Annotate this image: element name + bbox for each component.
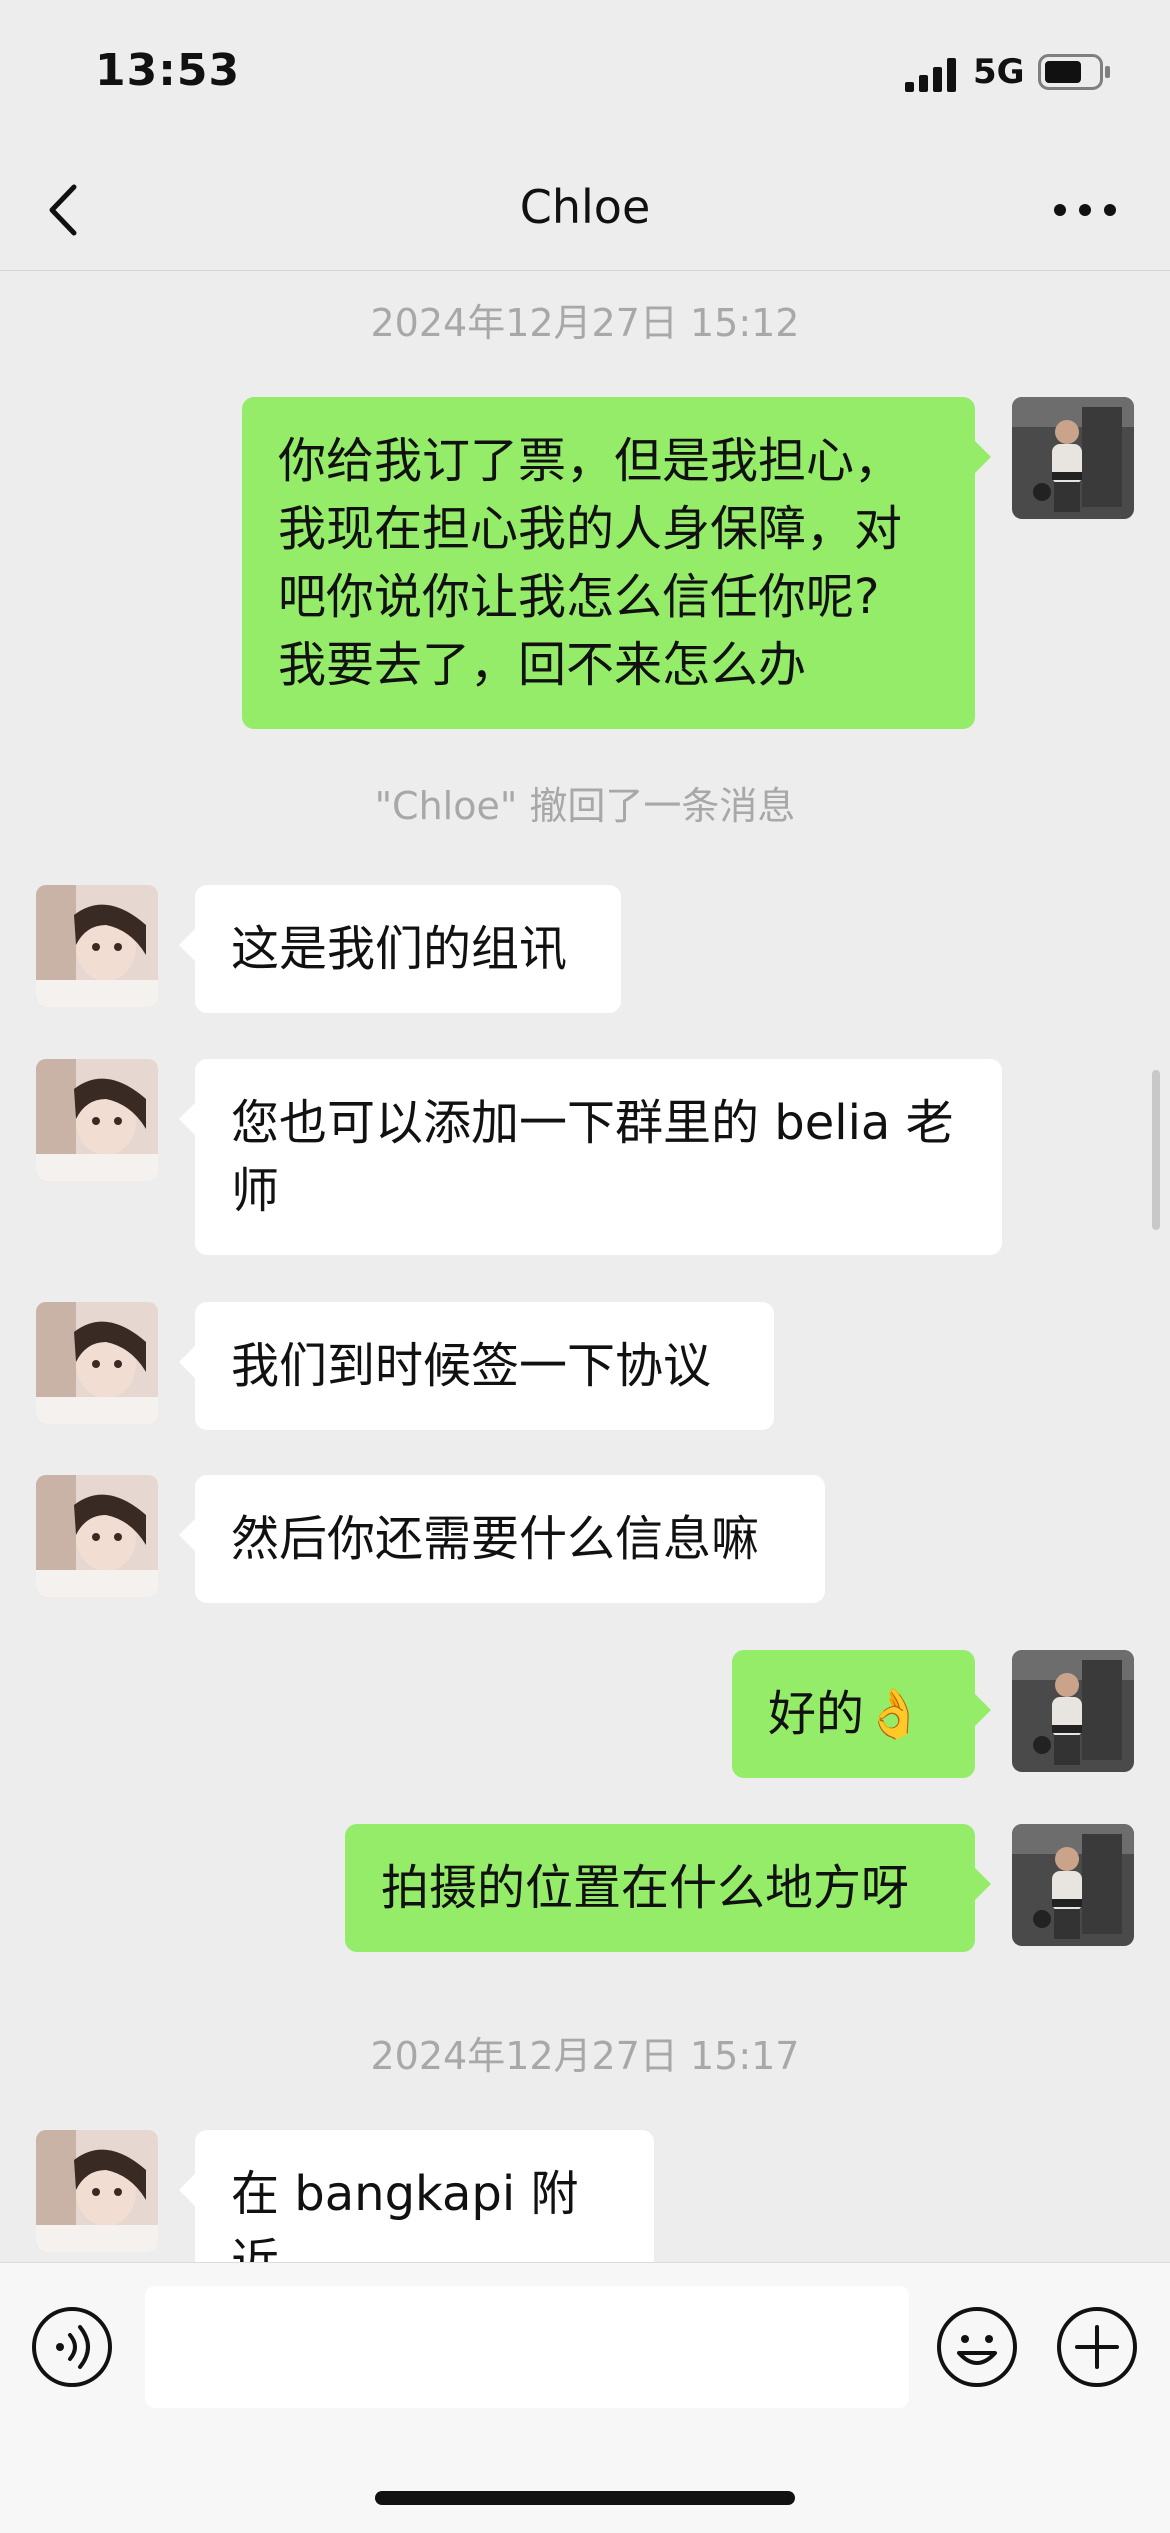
my-avatar[interactable] — [1012, 397, 1134, 519]
battery-icon — [1038, 54, 1110, 90]
emoji-icon[interactable] — [935, 2305, 1019, 2389]
message-bubble-outgoing[interactable]: 好的👌 — [732, 1650, 991, 1778]
chloe-avatar[interactable] — [36, 1475, 158, 1597]
clock: 13:53 — [95, 45, 241, 96]
my-avatar[interactable] — [1012, 1650, 1134, 1772]
message-bubble-outgoing[interactable]: 你给我订了票，但是我担心， 我现在担心我的人身保障，对 吧你说你让我怎么信任你呢… — [242, 397, 991, 729]
chloe-avatar[interactable] — [36, 2130, 158, 2252]
message-bubble-outgoing[interactable]: 拍摄的位置在什么地方呀 — [345, 1824, 991, 1952]
message-bubble-incoming[interactable]: 我们到时候签一下协议 — [179, 1302, 774, 1430]
signal-icon — [905, 58, 956, 92]
voice-icon[interactable] — [30, 2305, 114, 2389]
timestamp: 2024年12月27日 15:17 — [370, 2034, 800, 2078]
plus-icon[interactable] — [1055, 2305, 1139, 2389]
input-bar — [0, 2262, 1170, 2533]
home-indicator — [375, 2491, 795, 2505]
network-label: 5G — [973, 52, 1025, 92]
chat-title: Chloe — [519, 180, 651, 234]
chloe-avatar[interactable] — [36, 1302, 158, 1424]
chloe-avatar[interactable] — [36, 885, 158, 1007]
message-input[interactable] — [145, 2286, 909, 2408]
message-bubble-incoming[interactable]: 您也可以添加一下群里的 belia 老 师 — [179, 1059, 1002, 1255]
timestamp: 2024年12月27日 15:12 — [370, 301, 800, 345]
scrollbar[interactable] — [1152, 1070, 1160, 1230]
my-avatar[interactable] — [1012, 1824, 1134, 1946]
message-bubble-incoming[interactable]: 然后你还需要什么信息嘛 — [179, 1475, 825, 1603]
recall-notice: "Chloe" 撤回了一条消息 — [374, 784, 796, 828]
status-bar: 13:53 5G — [0, 0, 1170, 150]
chat-header: Chloe — [0, 150, 1170, 271]
chloe-avatar[interactable] — [36, 1059, 158, 1181]
more-icon[interactable] — [1050, 190, 1120, 230]
message-bubble-incoming[interactable]: 这是我们的组讯 — [179, 885, 621, 1013]
